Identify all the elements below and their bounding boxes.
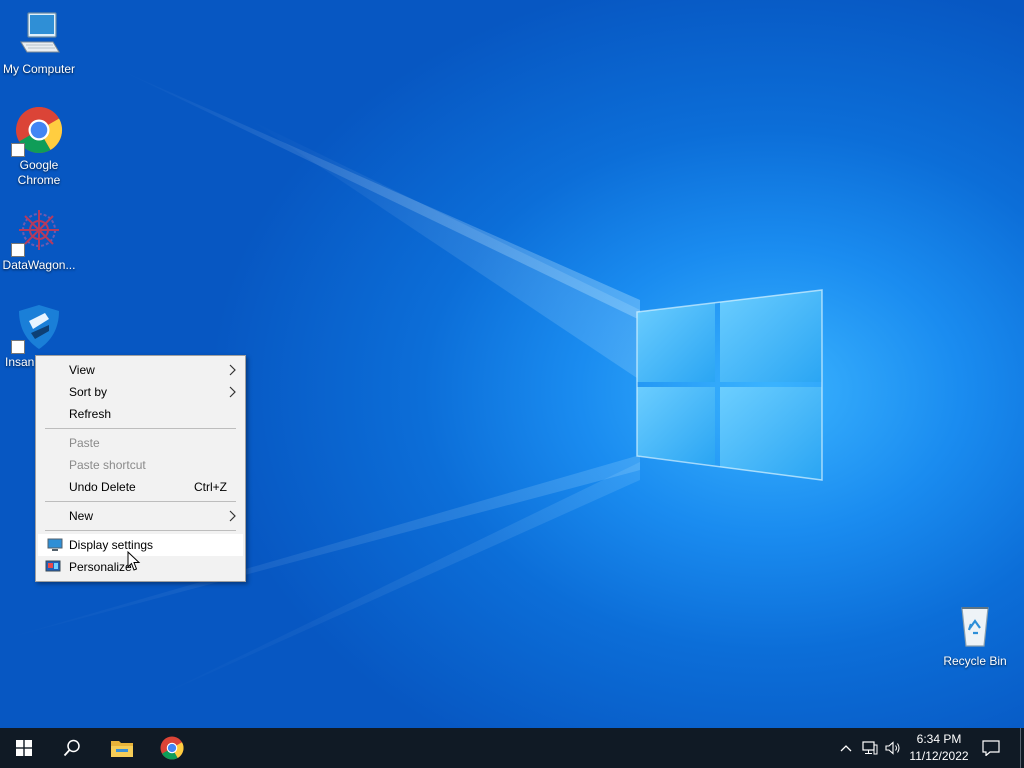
taskbar-file-explorer[interactable] <box>98 728 146 768</box>
datawagon-icon <box>11 206 63 257</box>
search-button[interactable] <box>48 728 96 768</box>
desktop-icon-datawagon[interactable]: DataWagon... <box>0 206 78 273</box>
desktop-icon-my-computer[interactable]: My Computer <box>0 10 78 77</box>
menu-item-paste: Paste <box>69 436 100 450</box>
search-icon <box>63 739 80 757</box>
mouse-pointer-icon <box>127 551 141 571</box>
start-button[interactable] <box>0 728 48 768</box>
chevron-right-icon <box>229 364 236 376</box>
menu-item-undo-delete[interactable]: Undo Delete Ctrl+Z <box>36 476 245 498</box>
volume-button[interactable] <box>882 728 904 768</box>
recycle-bin-icon <box>951 602 999 650</box>
taskbar: 6:34 PM 11/12/2022 <box>0 728 1024 768</box>
shortcut-arrow-icon <box>11 143 25 157</box>
desktop-icon-recycle-bin[interactable]: Recycle Bin <box>936 602 1014 669</box>
chrome-icon <box>160 736 184 760</box>
desktop-icon-label: Google Chrome <box>17 158 61 187</box>
chevron-right-icon <box>229 386 236 398</box>
desktop-icon-label: My Computer <box>2 62 76 76</box>
menu-shortcut: Ctrl+Z <box>194 480 227 494</box>
start-icon <box>16 740 32 756</box>
desktop-icon-label: DataWagon... <box>2 258 76 272</box>
show-desktop-button[interactable] <box>1020 728 1024 768</box>
menu-item-refresh[interactable]: Refresh <box>36 403 245 425</box>
computer-icon <box>15 10 63 58</box>
desktop[interactable]: My Computer Google Chrome DataWagon... I… <box>0 0 1024 728</box>
notification-icon <box>982 740 1000 756</box>
shield-icon <box>11 303 63 354</box>
action-center-button[interactable] <box>980 728 1002 768</box>
taskbar-clock[interactable]: 6:34 PM 11/12/2022 <box>905 731 973 765</box>
chevron-right-icon <box>229 510 236 522</box>
personalize-icon <box>45 560 61 572</box>
desktop-icon-label: Recycle Bin <box>943 654 1007 668</box>
menu-separator <box>45 501 236 502</box>
menu-item-paste-shortcut: Paste shortcut <box>69 458 146 472</box>
shortcut-arrow-icon <box>11 243 25 257</box>
desktop-context-menu: View Sort by Refresh Paste Paste shortcu… <box>35 355 246 582</box>
display-icon <box>47 538 63 551</box>
clock-date: 11/12/2022 <box>909 749 969 763</box>
file-explorer-icon <box>111 741 133 757</box>
menu-separator <box>45 530 236 531</box>
menu-separator <box>45 428 236 429</box>
shortcut-arrow-icon <box>11 340 25 354</box>
chevron-up-icon <box>840 745 852 752</box>
menu-item-new[interactable]: New <box>36 505 245 527</box>
desktop-icon-google-chrome[interactable]: Google Chrome <box>0 106 78 188</box>
menu-item-sort-by[interactable]: Sort by <box>36 381 245 403</box>
show-hidden-icons-button[interactable] <box>835 728 857 768</box>
volume-icon <box>885 741 900 755</box>
clock-time: 6:34 PM <box>916 732 962 746</box>
taskbar-chrome[interactable] <box>148 728 196 768</box>
menu-item-view[interactable]: View <box>36 359 245 381</box>
network-status-button[interactable] <box>859 728 881 768</box>
network-icon <box>862 741 878 755</box>
chrome-icon <box>11 106 63 157</box>
